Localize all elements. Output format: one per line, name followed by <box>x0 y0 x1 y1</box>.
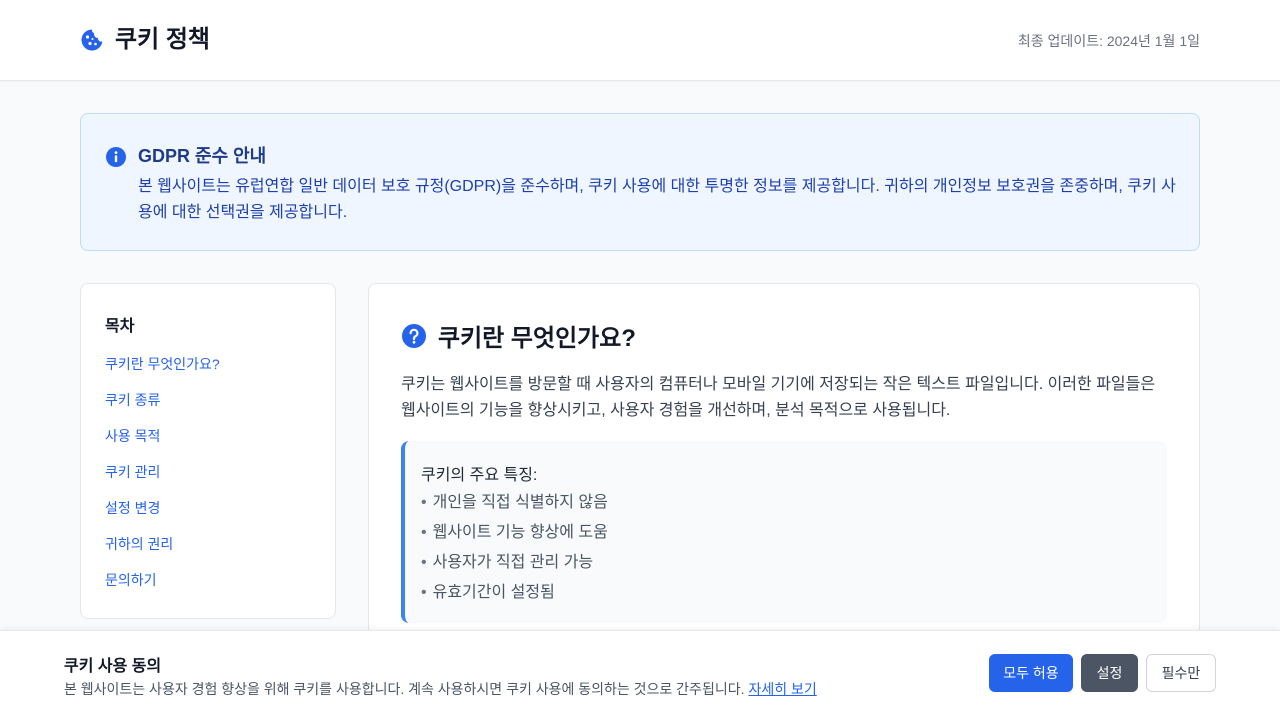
features-list: • 개인을 직접 식별하지 않음 • 웹사이트 기능 향상에 도움 • 사용자가 직접… <box>421 491 608 611</box>
toc-item-your-rights[interactable]: 귀하의 권리 <box>105 534 220 570</box>
banner-message: 본 웹사이트는 사용자 경험 향상을 위해 쿠키를 사용합니다. 계속 사용하시… <box>64 681 745 697</box>
section-heading: 쿠키란 무엇인가요? <box>401 318 636 353</box>
bullet: • <box>421 554 427 571</box>
list-item: • 개인을 직접 식별하지 않음 <box>421 491 608 521</box>
list-item: • 웹사이트 기능 향상에 도움 <box>421 521 608 551</box>
notice-title: GDPR 준수 안내 <box>138 146 267 166</box>
feature-text: 유효기간이 설정됨 <box>432 584 555 601</box>
toc-item-change-settings[interactable]: 설정 변경 <box>105 498 220 534</box>
brand: 쿠키 정책 <box>80 26 210 54</box>
section-paragraph: 쿠키는 웹사이트를 방문할 때 사용자의 컴퓨터나 모바일 기기에 저장되는 작… <box>401 376 1156 419</box>
settings-button[interactable]: 설정 <box>1081 654 1138 692</box>
list-item: • 유효기간이 설정됨 <box>421 581 608 611</box>
toc-title: 목차 <box>105 318 135 335</box>
toc-list: 쿠키란 무엇인가요? 쿠키 종류 사용 목적 쿠키 관리 설정 변경 귀하의 권… <box>105 354 220 606</box>
feature-text: 사용자가 직접 관리 가능 <box>432 554 594 571</box>
cookie-icon <box>80 28 104 52</box>
feature-text: 개인을 직접 식별하지 않음 <box>432 494 608 511</box>
banner-title: 쿠키 사용 동의 <box>64 658 162 675</box>
toc-item-purpose[interactable]: 사용 목적 <box>105 426 220 462</box>
notice-body: 본 웹사이트는 유럽연합 일반 데이터 보호 규정(GDPR)을 준수하며, 쿠… <box>138 178 1176 221</box>
banner-text: 본 웹사이트는 사용자 경험 향상을 위해 쿠키를 사용합니다. 계속 사용하시… <box>64 679 817 699</box>
bullet: • <box>421 494 427 511</box>
accept-all-button[interactable]: 모두 허용 <box>989 654 1073 692</box>
page-title: 쿠키 정책 <box>115 26 210 53</box>
info-icon <box>105 146 127 168</box>
toc-item-contact[interactable]: 문의하기 <box>105 570 220 606</box>
cookie-consent-banner: 쿠키 사용 동의 본 웹사이트는 사용자 경험 향상을 위해 쿠키를 사용합니다… <box>0 630 1280 713</box>
features-box: 쿠키의 주요 특징: • 개인을 직접 식별하지 않음 • 웹사이트 기능 향상에 … <box>401 441 1167 623</box>
last-updated: 최종 업데이트: 2024년 1월 1일 <box>1017 33 1200 49</box>
bullet: • <box>421 524 427 541</box>
toc-item-what-is-cookie[interactable]: 쿠키란 무엇인가요? <box>105 354 220 390</box>
toc-item-cookie-management[interactable]: 쿠키 관리 <box>105 462 220 498</box>
table-of-contents: 목차 쿠키란 무엇인가요? 쿠키 종류 사용 목적 쿠키 관리 설정 변경 귀하… <box>80 283 336 619</box>
feature-text: 웹사이트 기능 향상에 도움 <box>432 524 608 541</box>
essential-only-button[interactable]: 필수만 <box>1146 654 1216 692</box>
list-item: • 사용자가 직접 관리 가능 <box>421 551 608 581</box>
toc-item-cookie-types[interactable]: 쿠키 종류 <box>105 390 220 426</box>
features-title: 쿠키의 주요 특징: <box>421 467 538 484</box>
bullet: • <box>421 584 427 601</box>
question-circle-icon <box>401 323 427 349</box>
gdpr-notice: GDPR 준수 안내 본 웹사이트는 유럽연합 일반 데이터 보호 규정(GDP… <box>80 113 1200 251</box>
learn-more-link[interactable]: 자세히 보기 <box>748 681 816 697</box>
page-header: 쿠키 정책 최종 업데이트: 2024년 1월 1일 <box>0 0 1280 81</box>
section-title: 쿠키란 무엇인가요? <box>438 325 636 352</box>
